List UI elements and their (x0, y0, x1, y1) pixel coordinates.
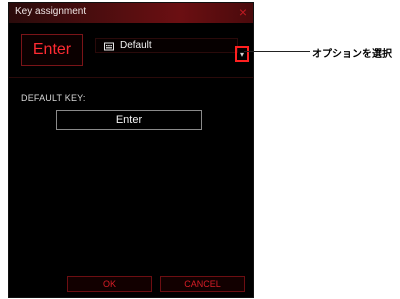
mode-dropdown-selected: Default (120, 40, 152, 51)
dialog-titlebar: Key assignment × (9, 3, 253, 23)
current-key-display[interactable]: Enter (21, 34, 83, 66)
mode-dropdown[interactable]: Default (95, 38, 238, 53)
cancel-button[interactable]: CANCEL (160, 276, 245, 292)
dialog-title: Key assignment (15, 6, 87, 17)
annotation-callout: オプションを選択 (312, 49, 392, 60)
section-divider (9, 77, 253, 78)
close-icon[interactable]: × (239, 5, 247, 19)
key-assignment-dialog: Key assignment × Enter Default ▾ DEFAULT… (8, 2, 254, 298)
keyboard-icon (104, 41, 114, 51)
default-key-value: Enter (56, 110, 202, 130)
dropdown-chevron-button[interactable]: ▾ (235, 46, 249, 62)
default-key-label: DEFAULT KEY: (21, 93, 86, 103)
ok-button[interactable]: OK (67, 276, 152, 292)
annotation-leader-line (244, 51, 310, 52)
